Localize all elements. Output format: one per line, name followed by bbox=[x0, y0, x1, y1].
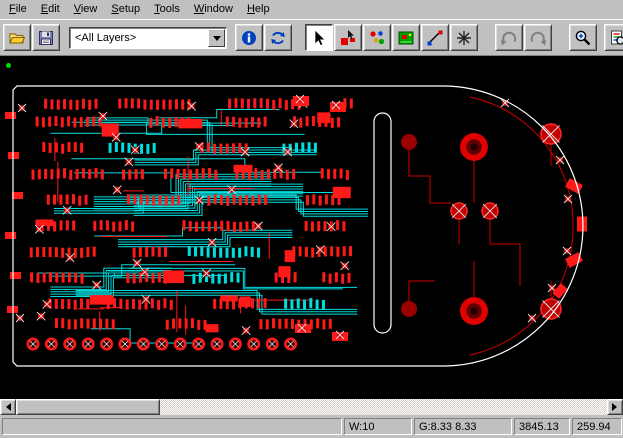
refresh-arrows-icon bbox=[269, 29, 287, 47]
triangle-left-icon bbox=[2, 403, 11, 411]
chevron-down-icon bbox=[213, 36, 221, 45]
query-tool-button[interactable] bbox=[334, 24, 362, 51]
hscroll-thumb[interactable] bbox=[16, 399, 160, 415]
magnifier-plus-icon bbox=[574, 29, 592, 47]
undo-button[interactable] bbox=[495, 24, 523, 51]
menu-item-help[interactable]: Help bbox=[240, 1, 277, 18]
pcb-canvas[interactable] bbox=[0, 56, 623, 399]
info-icon bbox=[240, 29, 258, 47]
status-bar: W:10 G:8.33 8.33 3845.13 259.94 bbox=[0, 415, 623, 438]
open-button[interactable] bbox=[3, 24, 31, 51]
pcb-drawing[interactable] bbox=[0, 56, 623, 399]
snap-tool-button[interactable] bbox=[450, 24, 478, 51]
highlight-tool-button[interactable] bbox=[363, 24, 391, 51]
menu-bar: File Edit View Setup Tools Window Help bbox=[0, 0, 623, 19]
floppy-disk-icon bbox=[37, 29, 55, 47]
menu-item-file[interactable]: File bbox=[2, 1, 34, 18]
status-indicator-dot bbox=[6, 63, 11, 68]
zoom-window-button[interactable] bbox=[604, 24, 623, 51]
undo-arrow-icon bbox=[500, 29, 518, 47]
status-grid-panel: G:8.33 8.33 bbox=[414, 418, 512, 435]
layers-dropdown-value: <All Layers> bbox=[75, 32, 136, 44]
red-select-icon bbox=[339, 29, 357, 47]
status-message-panel bbox=[2, 418, 342, 435]
menu-item-tools[interactable]: Tools bbox=[147, 1, 187, 18]
status-y-panel: 259.94 bbox=[572, 418, 622, 435]
colored-dots-icon bbox=[368, 29, 386, 47]
menu-item-window[interactable]: Window bbox=[187, 1, 240, 18]
redo-button[interactable] bbox=[524, 24, 552, 51]
layers-dropdown[interactable]: <All Layers> bbox=[69, 27, 227, 49]
zoom-in-button[interactable] bbox=[569, 24, 597, 51]
measure-icon bbox=[426, 29, 444, 47]
triangle-right-icon bbox=[612, 403, 621, 411]
horizontal-scrollbar[interactable] bbox=[0, 399, 623, 415]
pcb-board-icon bbox=[397, 29, 415, 47]
redo-arrow-icon bbox=[529, 29, 547, 47]
toolbar: <All Layers> bbox=[0, 19, 623, 56]
open-folder-icon bbox=[8, 29, 26, 47]
info-button[interactable] bbox=[235, 24, 263, 51]
application-window: File Edit View Setup Tools Window Help bbox=[0, 0, 623, 438]
dropdown-arrow-button[interactable] bbox=[208, 29, 225, 47]
scroll-left-button[interactable] bbox=[0, 399, 16, 415]
menu-item-edit[interactable]: Edit bbox=[34, 1, 67, 18]
measure-tool-button[interactable] bbox=[421, 24, 449, 51]
starburst-icon bbox=[455, 29, 473, 47]
save-button[interactable] bbox=[32, 24, 60, 51]
board-view-button[interactable] bbox=[392, 24, 420, 51]
status-width-panel: W:10 bbox=[344, 418, 412, 435]
magnifier-page-icon bbox=[609, 29, 623, 47]
menu-item-setup[interactable]: Setup bbox=[104, 1, 147, 18]
cursor-arrow-icon bbox=[310, 29, 328, 47]
redraw-button[interactable] bbox=[264, 24, 292, 51]
status-x-panel: 3845.13 bbox=[514, 418, 570, 435]
select-tool-button[interactable] bbox=[305, 24, 333, 51]
scroll-right-button[interactable] bbox=[607, 399, 623, 415]
menu-item-view[interactable]: View bbox=[67, 1, 105, 18]
